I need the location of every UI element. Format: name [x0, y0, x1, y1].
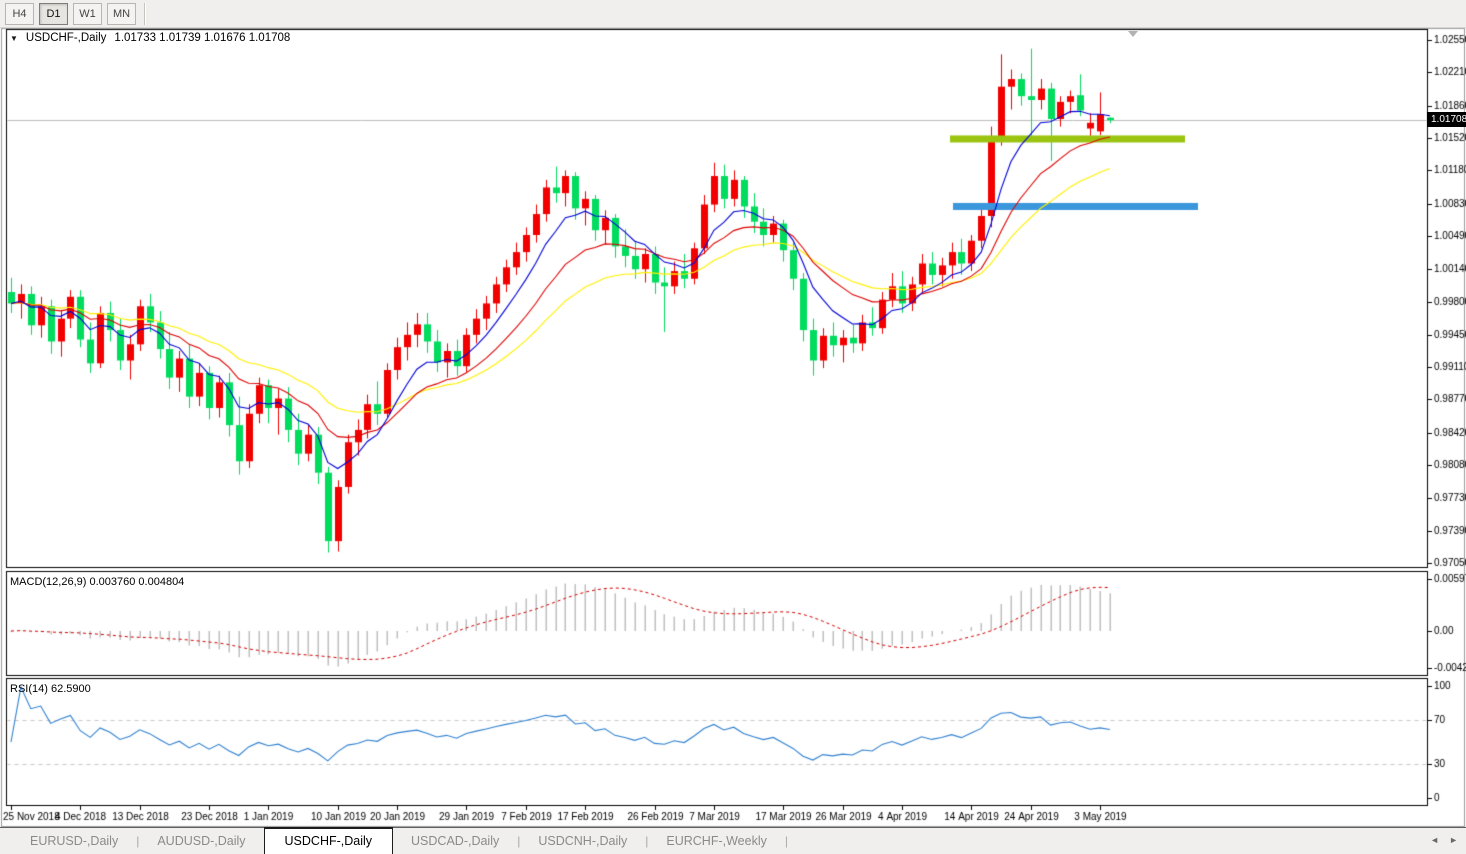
rsi-name: RSI(14) — [10, 683, 48, 695]
ohlc-readout: 1.01733 1.01739 1.01676 1.01708 — [114, 32, 291, 44]
rsi-indicator-label: RSI(14) 62.5900 — [10, 683, 91, 695]
chart-canvas[interactable] — [0, 0, 1466, 854]
current-price-badge: 1.01708 — [1427, 112, 1466, 127]
scroll-left-icon[interactable]: ◄ — [1430, 835, 1439, 845]
tab-usdchf-daily[interactable]: USDCHF-,Daily — [263, 827, 394, 854]
macd-values: 0.003760 0.004804 — [89, 576, 185, 588]
macd-indicator-label: MACD(12,26,9) 0.003760 0.004804 — [10, 576, 184, 588]
rsi-value: 62.5900 — [50, 683, 91, 695]
tab-audusd-daily[interactable]: AUDUSD-,Daily — [139, 828, 263, 854]
scroll-right-icon[interactable]: ► — [1449, 835, 1458, 845]
symbol-name: USDCHF-,Daily — [25, 32, 107, 44]
tab-eurchf-weekly[interactable]: EURCHF-,Weekly — [648, 828, 784, 854]
chart-shift-marker-icon — [1128, 31, 1138, 37]
timeframe-button-w1[interactable]: W1 — [73, 2, 102, 25]
timeframe-toolbar: H4 D1 W1 MN — [0, 0, 1466, 28]
tab-eurusd-daily[interactable]: EURUSD-,Daily — [12, 828, 136, 854]
chart-title: ▼ USDCHF-,Daily 1.01733 1.01739 1.01676 … — [10, 32, 290, 44]
toolbar-separator — [144, 2, 146, 25]
tab-usdcad-daily[interactable]: USDCAD-,Daily — [393, 828, 517, 854]
timeframe-button-d1[interactable]: D1 — [39, 2, 68, 25]
tab-scroll-controls: ◄ ► — [1430, 835, 1458, 845]
tab-separator: | — [784, 834, 788, 848]
macd-name: MACD(12,26,9) — [10, 576, 87, 588]
timeframe-button-mn[interactable]: MN — [107, 2, 136, 25]
trading-app-window: H4 D1 W1 MN ▼ USDCHF-,Daily 1.01733 1.01739… — [0, 0, 1466, 854]
tab-usdcnh-daily[interactable]: USDCNH-,Daily — [520, 828, 645, 854]
symbol-dropdown-icon[interactable]: ▼ — [10, 33, 18, 44]
timeframe-button-h4[interactable]: H4 — [5, 2, 34, 25]
symbol-tab-bar: EURUSD-,Daily | AUDUSD-,Daily USDCHF-,Daily… — [0, 827, 1466, 854]
